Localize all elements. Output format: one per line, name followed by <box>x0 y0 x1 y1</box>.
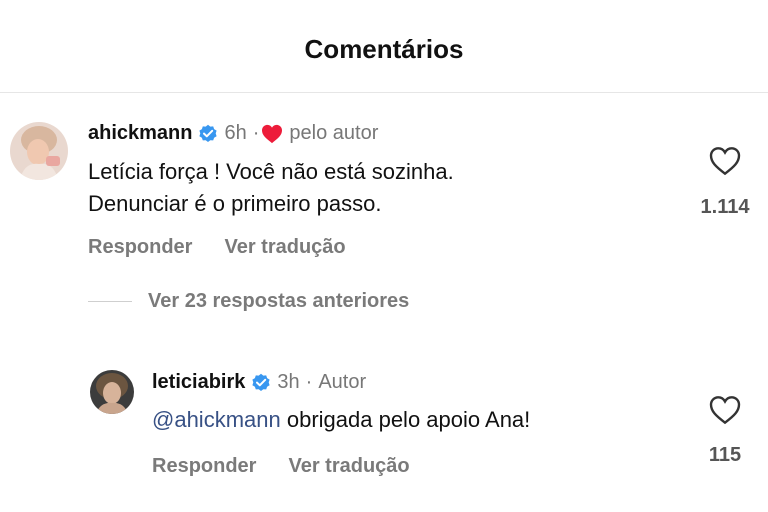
reply-button[interactable]: Responder <box>88 236 192 259</box>
comments-header: Comentários <box>0 0 768 93</box>
avatar[interactable] <box>10 122 68 180</box>
heart-outline-icon[interactable] <box>709 395 741 425</box>
separator-dot: · <box>252 122 260 144</box>
verified-badge-icon <box>251 373 271 393</box>
avatar[interactable] <box>90 370 134 414</box>
comment-text: Letícia força ! Você não está sozinha. D… <box>88 156 668 220</box>
translate-button[interactable]: Ver tradução <box>224 236 345 259</box>
reply-button[interactable]: Responder <box>152 455 256 478</box>
like-count: 115 <box>708 444 742 466</box>
heart-outline-icon[interactable] <box>709 146 741 176</box>
separator-dot: · <box>305 371 313 393</box>
replies-divider <box>88 301 132 302</box>
comment-actions: Responder Ver tradução <box>88 236 346 259</box>
view-replies-button[interactable]: Ver 23 respostas anteriores <box>88 290 409 313</box>
comment-header: ahickmann 6h · pelo autor <box>88 122 378 145</box>
username[interactable]: leticiabirk <box>152 371 245 394</box>
reply-time: 3h <box>277 371 300 393</box>
reply-text: @ahickmann obrigada pelo apoio Ana! <box>152 404 692 436</box>
reply-header: leticiabirk 3h · Autor <box>152 371 366 394</box>
comment-text-line: Letícia força ! Você não está sozinha. <box>88 159 454 184</box>
verified-badge-icon <box>198 124 218 144</box>
comment-time: 6h <box>224 122 247 144</box>
username[interactable]: ahickmann <box>88 122 192 145</box>
author-badge: Autor <box>318 371 367 393</box>
liked-by-author: pelo autor <box>289 122 379 144</box>
heart-filled-icon <box>261 124 283 144</box>
translate-button[interactable]: Ver tradução <box>288 455 409 478</box>
reply-text-body: obrigada pelo apoio Ana! <box>280 407 531 432</box>
like-count: 1.114 <box>700 196 750 218</box>
view-replies-label: Ver 23 respostas anteriores <box>148 290 410 312</box>
page-title: Comentários <box>304 33 464 64</box>
comment-text-line: Denunciar é o primeiro passo. <box>88 191 382 216</box>
reply-actions: Responder Ver tradução <box>152 455 410 478</box>
mention-link[interactable]: @ahickmann <box>152 407 281 432</box>
